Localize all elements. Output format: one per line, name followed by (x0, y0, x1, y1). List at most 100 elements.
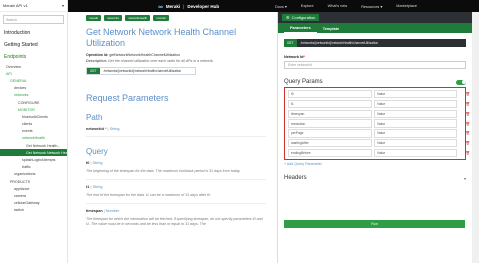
path-param: networkId * | String (86, 127, 266, 131)
trash-icon[interactable]: 🗑 (466, 151, 470, 155)
query-param-value-input[interactable]: Value (374, 148, 457, 158)
query-param-value-input[interactable]: Value (374, 129, 457, 138)
nav-marketplace[interactable]: Marketplace (396, 4, 417, 9)
nav-resources[interactable]: Resources ▾ (361, 4, 382, 9)
trash-icon[interactable]: 🗑 (466, 122, 470, 126)
nav-explore[interactable]: Explore (301, 4, 314, 9)
api-version-label: Meraki API v1 (3, 3, 28, 8)
sidebar-tree-item[interactable]: cellularGateway (0, 200, 67, 207)
query-param-value-input[interactable]: Value (374, 99, 457, 109)
page-scrollbar[interactable] (472, 12, 479, 263)
param-type: String (109, 127, 120, 131)
query-param-value-input[interactable]: Value (374, 138, 457, 148)
sidebar-tree-item[interactable]: events (0, 128, 67, 135)
network-id-input[interactable]: Enter networkId (284, 61, 466, 69)
tag-bar: meraki networks networkHealth monitor (86, 15, 170, 21)
sidebar-tree-item[interactable]: appliance (0, 185, 67, 192)
sidebar-tree-item[interactable]: splashLoginAttempts (0, 156, 67, 163)
query-param-row: t1 Value 🗑 (288, 99, 470, 109)
sidebar-tree-item[interactable]: switch (0, 207, 67, 214)
app-root: Meraki API v1 ▾ Search Introduction Gett… (0, 0, 479, 263)
path-heading: Path (86, 113, 103, 122)
sidebar-tree-item[interactable]: API (0, 70, 67, 77)
sidebar-tree: Overview API GENERAL devices networks CONFIGU… (0, 63, 67, 214)
endpoint-badge[interactable]: GET /networks/{networkId}/networkHealth/… (86, 67, 196, 75)
query-param-timespan: timespan | Number (86, 209, 266, 213)
param-type: String (92, 161, 103, 165)
trash-icon[interactable]: 🗑 (466, 112, 470, 116)
query-params-toggle[interactable] (456, 79, 466, 85)
sidebar-tree-item[interactable]: networks (0, 92, 67, 99)
sidebar-tree-item[interactable]: PRODUCTS (0, 178, 67, 185)
param-name: t1 (86, 185, 90, 189)
sidebar-tree-item[interactable]: CONFIGURE (0, 99, 67, 106)
nav-whats-new[interactable]: What's new (328, 4, 348, 9)
query-param-row: timespan Value 🗑 (288, 109, 470, 118)
query-param-key-input[interactable]: timespan (288, 109, 372, 118)
query-param-key-input[interactable]: resolution (288, 119, 372, 128)
sidebar-tree-item[interactable]: camera (0, 192, 67, 199)
sidebar-tree-item[interactable]: organizations (0, 171, 67, 178)
query-param-value-input[interactable]: Value (374, 109, 457, 118)
query-param-row: resolution Value 🗑 (288, 119, 470, 128)
trash-icon[interactable]: 🗑 (466, 141, 470, 145)
description-text: Get the channel utilization over each ra… (107, 59, 214, 63)
tag[interactable]: networks (104, 15, 123, 21)
query-param-row: perPage Value 🗑 (288, 129, 470, 138)
query-params-title: Query Params (284, 79, 323, 85)
header-nav: Docs ▾ Explore What's new Resources ▾ Ma… (275, 4, 417, 9)
tag[interactable]: meraki (86, 15, 102, 21)
divider (86, 136, 266, 137)
tab-parameters[interactable]: Parameters (284, 24, 317, 33)
sidebar-tree-item[interactable]: clients (0, 121, 67, 128)
sidebar-tree-item[interactable]: Get Network Network Health Channel Utili… (0, 149, 67, 157)
headers-section[interactable]: Headers ▾ (284, 175, 466, 181)
tag[interactable]: networkHealth (125, 15, 151, 21)
endpoint-path: /networks/{networkId}/networkHealth/chan… (300, 41, 379, 45)
param-name: timespan (86, 209, 103, 213)
query-param-key-input[interactable]: endingBefore (288, 148, 372, 158)
sidebar-search-input[interactable]: Search (3, 15, 64, 24)
brand-logo[interactable]: ılıılı Meraki | Developer Hub (158, 4, 219, 9)
sidebar-tree-item[interactable]: GENERAL (0, 77, 67, 84)
headers-title: Headers (284, 175, 307, 182)
sidebar-item-getting-started[interactable]: Getting Started (0, 39, 67, 51)
sidebar-tree-item[interactable]: devices (0, 85, 67, 92)
chevron-down-icon: ▾ (463, 175, 466, 181)
network-id-placeholder: Enter networkId (288, 63, 312, 67)
param-description: The beginning of the timespan for the da… (86, 169, 241, 173)
query-params-header: Query Params (284, 79, 466, 85)
nav-docs[interactable]: Docs ▾ (275, 4, 287, 9)
param-separator: | (103, 209, 105, 213)
query-param-key-input[interactable]: perPage (288, 129, 372, 138)
page-title: Get Network Network Health Channel Utili… (86, 27, 237, 48)
query-param-key-input[interactable]: t1 (288, 99, 372, 109)
sidebar-tree-item[interactable]: bluetoothClients (0, 113, 67, 120)
trash-icon[interactable]: 🗑 (466, 102, 470, 106)
configuration-tab[interactable]: ⚙ Configuration (282, 14, 320, 21)
sidebar-item-endpoints[interactable]: Endpoints (0, 51, 67, 63)
tag[interactable]: monitor (153, 15, 170, 21)
sidebar-tree-item[interactable]: MONITOR (0, 106, 67, 113)
sidebar-item-introduction[interactable]: Introduction (0, 27, 67, 39)
query-param-key-input[interactable]: startingAfter (288, 138, 372, 148)
query-param-key-input[interactable]: t0 (288, 90, 372, 99)
add-query-parameter-link[interactable]: + Add Query Parameter (284, 162, 466, 166)
query-param-value-input[interactable]: Value (374, 119, 457, 128)
api-version-selector[interactable]: Meraki API v1 ▾ (0, 0, 67, 12)
top-header: ılıılı Meraki | Developer Hub Docs ▾ Exp… (68, 0, 479, 12)
endpoint-path: /networks/{networkId}/networkHealth/chan… (103, 69, 182, 73)
http-method: GET (284, 39, 297, 47)
sidebar-tree-item[interactable]: Get Network Health... (0, 142, 67, 149)
param-description: The end of the timespan for the data. t1… (86, 193, 212, 197)
sidebar-tree-item[interactable]: Overview (0, 63, 67, 70)
operation-id-line: Operation Id: getNetworkNetworkHealthCha… (86, 53, 266, 57)
run-button[interactable]: Run (284, 220, 465, 228)
tab-template[interactable]: Template (317, 25, 345, 33)
sidebar-tree-item[interactable]: networkHealth (0, 135, 67, 142)
sidebar-tree-item[interactable]: traffic (0, 164, 67, 171)
query-param-value-input[interactable]: Value (374, 90, 457, 99)
trash-icon[interactable]: 🗑 (466, 92, 470, 96)
param-separator: | (107, 127, 109, 131)
trash-icon[interactable]: 🗑 (466, 131, 470, 135)
